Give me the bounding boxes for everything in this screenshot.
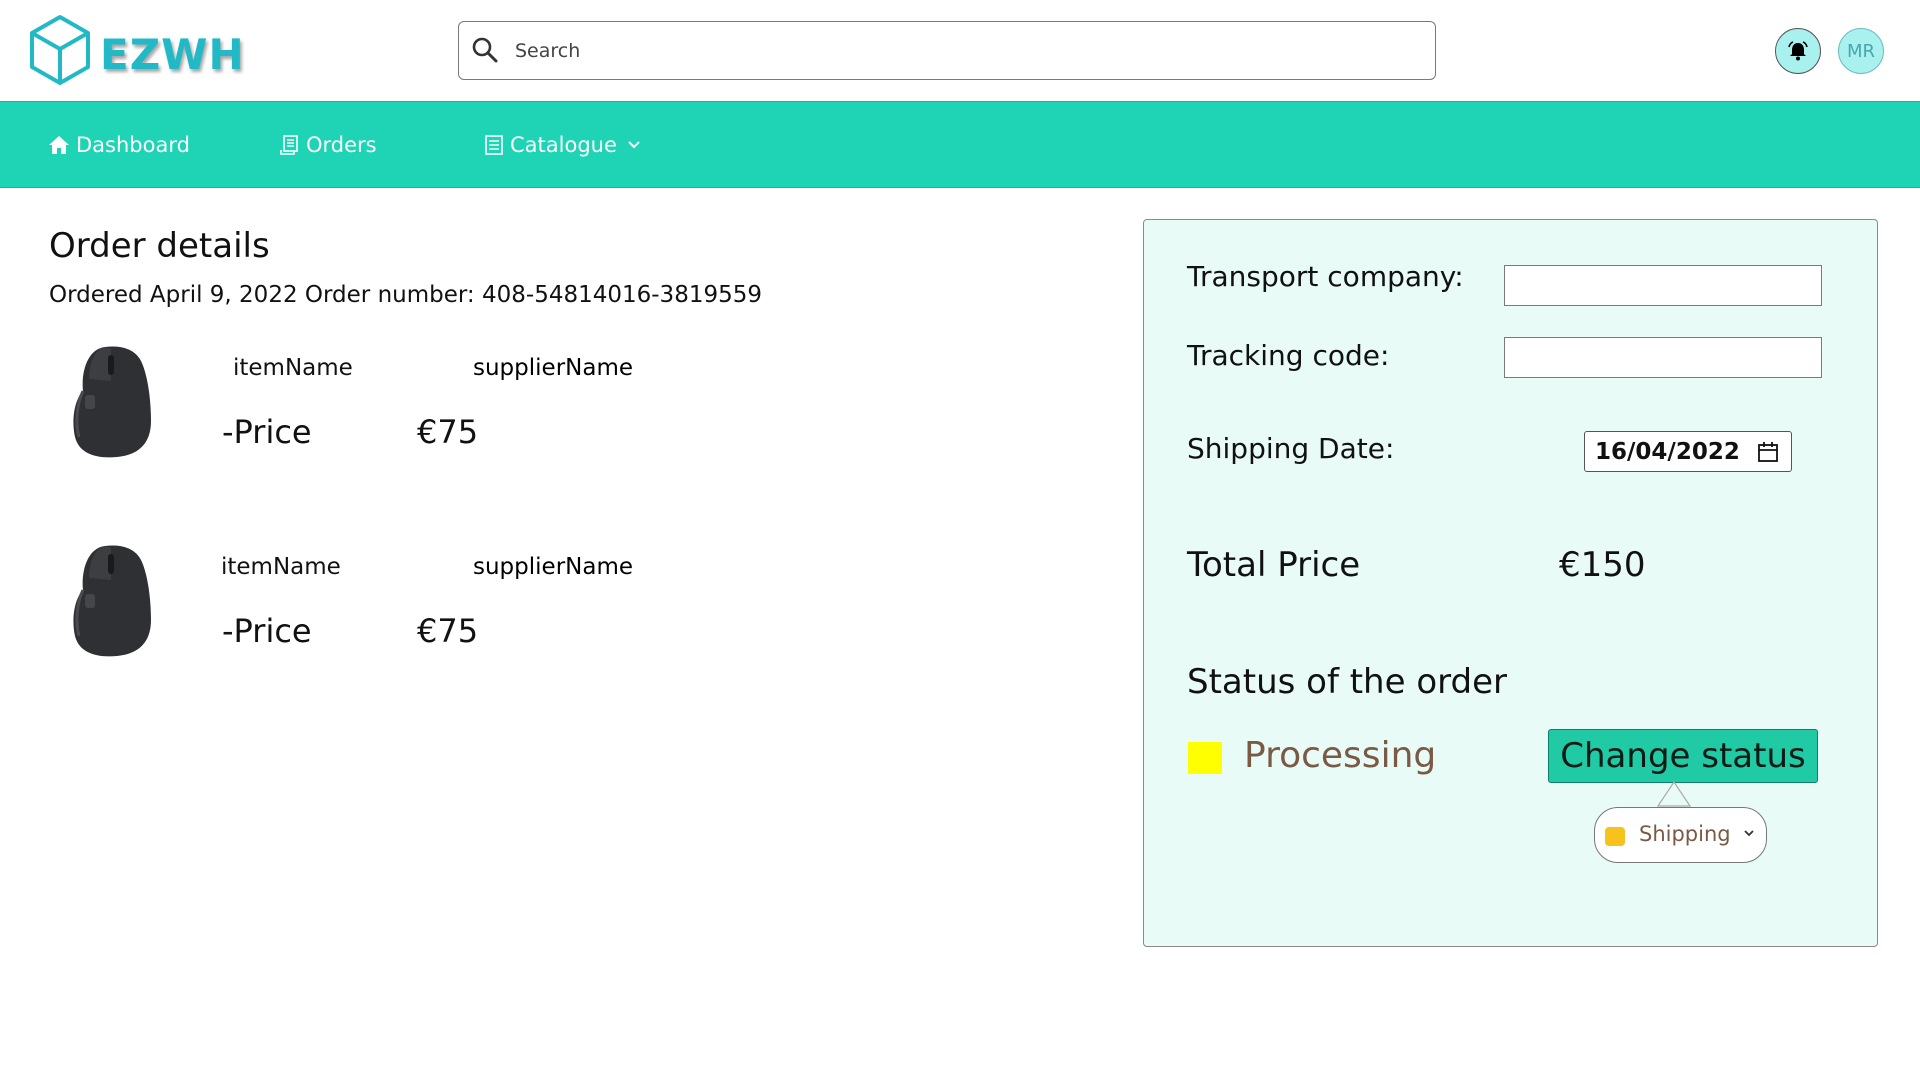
shipping-date-label: Shipping Date: bbox=[1187, 432, 1395, 465]
tracking-code-label: Tracking code: bbox=[1187, 339, 1390, 372]
supplier-name: supplierName bbox=[473, 554, 634, 580]
cube-logo-icon[interactable] bbox=[28, 14, 92, 86]
notifications-button[interactable] bbox=[1775, 28, 1821, 74]
total-price-label: Total Price bbox=[1187, 545, 1361, 585]
chevron-down-icon bbox=[628, 141, 640, 149]
search-input[interactable] bbox=[515, 32, 1415, 70]
supplier-name: supplierName bbox=[473, 355, 634, 381]
item-name: itemName bbox=[221, 554, 341, 580]
shipping-panel: Transport company: Tracking code: Shippi… bbox=[1143, 219, 1878, 947]
total-price-value: €150 bbox=[1559, 545, 1646, 585]
tracking-code-input[interactable] bbox=[1504, 337, 1822, 378]
price-label: -Price bbox=[222, 612, 312, 650]
current-status: Processing bbox=[1244, 735, 1437, 776]
nav-label: Orders bbox=[306, 133, 377, 157]
nav-item-orders[interactable]: Orders bbox=[280, 130, 377, 160]
main-nav: Dashboard Orders Catalogue bbox=[0, 101, 1920, 188]
change-status-button[interactable]: Change status bbox=[1548, 729, 1818, 783]
nav-label: Dashboard bbox=[76, 133, 190, 157]
user-avatar[interactable]: MR bbox=[1838, 28, 1884, 74]
dropdown-pointer bbox=[1657, 781, 1691, 807]
mouse-product-image bbox=[73, 545, 151, 657]
shipping-date-value: 16/04/2022 bbox=[1595, 438, 1740, 465]
transport-company-input[interactable] bbox=[1504, 265, 1822, 306]
nav-label: Catalogue bbox=[510, 133, 617, 157]
search-icon bbox=[472, 37, 498, 63]
nav-item-catalogue[interactable]: Catalogue bbox=[484, 130, 647, 160]
price-label: -Price bbox=[222, 413, 312, 451]
status-option-color bbox=[1605, 827, 1625, 846]
order-item[interactable]: itemName supplierName -Price €75 bbox=[60, 542, 660, 672]
price-value: €75 bbox=[417, 413, 479, 451]
order-item[interactable]: itemName supplierName -Price €75 bbox=[60, 343, 660, 473]
status-option-label: Shipping bbox=[1639, 822, 1731, 846]
page-title: Order details bbox=[49, 226, 270, 266]
chevron-down-icon bbox=[1744, 830, 1754, 837]
brand-name[interactable]: EZWH bbox=[100, 30, 245, 79]
price-value: €75 bbox=[417, 612, 479, 650]
bell-icon bbox=[1788, 41, 1808, 61]
status-color-swatch bbox=[1188, 742, 1222, 774]
mouse-product-image bbox=[73, 346, 151, 458]
item-name: itemName bbox=[233, 355, 353, 381]
status-title: Status of the order bbox=[1187, 662, 1507, 702]
transport-company-label: Transport company: bbox=[1187, 260, 1464, 293]
home-icon bbox=[49, 136, 69, 154]
app-header: EZWH MR bbox=[0, 0, 1920, 101]
order-meta: Ordered April 9, 2022 Order number: 408-… bbox=[49, 282, 762, 308]
search-bar[interactable] bbox=[458, 21, 1436, 80]
list-icon bbox=[485, 135, 503, 155]
receipt-icon bbox=[280, 135, 298, 155]
calendar-icon[interactable] bbox=[1757, 441, 1779, 463]
status-select[interactable]: Shipping bbox=[1594, 807, 1767, 863]
nav-item-dashboard[interactable]: Dashboard bbox=[48, 130, 190, 160]
shipping-date-picker[interactable]: 16/04/2022 bbox=[1584, 431, 1792, 472]
